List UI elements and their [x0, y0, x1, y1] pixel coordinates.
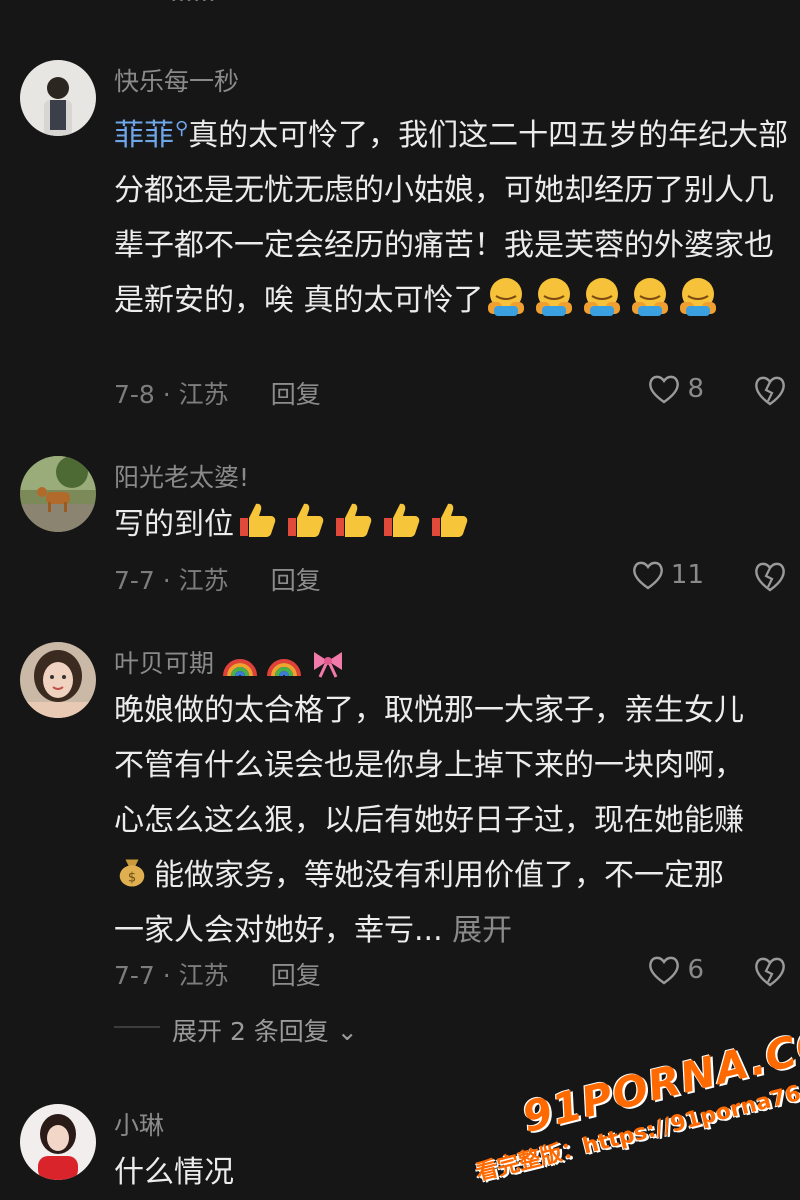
comment-line: 一家人会对她好，幸亏... 展开: [114, 913, 513, 948]
comment-meta: 7-8 · 江苏 回复: [114, 375, 321, 411]
like-count: 8: [687, 374, 704, 404]
like-button[interactable]: 8: [647, 373, 704, 405]
avatar[interactable]: [20, 642, 96, 718]
like-button[interactable]: 6: [647, 954, 704, 986]
date-location: 7-7 · 江苏: [114, 566, 229, 595]
avatar[interactable]: [20, 60, 96, 136]
reply-button[interactable]: 回复: [271, 566, 321, 595]
comment-text: 晚娘做的太合格了，取悦那一大家子，亲生女儿 不管有什么误会也是你身上掉下来的一块…: [114, 683, 794, 958]
thumbs-up-icon: [336, 503, 372, 537]
comment-body: 什么情况: [114, 1155, 234, 1190]
rainbow-icon: [266, 659, 301, 677]
mention-link[interactable]: 菲菲: [114, 118, 174, 153]
search-icon: ⚲: [175, 118, 189, 139]
expand-text-link[interactable]: 展开: [452, 913, 512, 948]
thumbs-up-icon: [288, 503, 324, 537]
avatar[interactable]: [20, 1104, 96, 1180]
comment-line: 不管有什么误会也是你身上掉下来的一块肉啊，: [114, 748, 744, 783]
ribbon-bow-icon: [313, 652, 342, 678]
comment-text: 写的到位: [114, 497, 794, 552]
reply-button[interactable]: 回复: [271, 961, 321, 990]
like-button[interactable]: 11: [631, 559, 704, 591]
broken-heart-icon[interactable]: [752, 373, 788, 407]
emoji-row: [234, 503, 474, 542]
comment-meta: 7-7 · 江苏 回复: [114, 956, 321, 992]
hugging-face-icon: [487, 278, 524, 316]
thumbs-up-icon: [240, 503, 276, 537]
hugging-face-icon: [535, 278, 572, 316]
broken-heart-icon[interactable]: [752, 559, 788, 593]
like-count: 6: [687, 955, 704, 985]
rainbow-icon: [222, 659, 257, 677]
money-bag-icon: $: [119, 859, 145, 887]
comment-body: 写的到位: [114, 507, 234, 542]
reply-button[interactable]: 回复: [271, 380, 321, 409]
divider: [114, 1026, 160, 1028]
hugging-face-icon: [583, 278, 620, 316]
date-location: 7-7 · 江苏: [114, 961, 229, 990]
heart-icon: [633, 561, 663, 590]
svg-text:$: $: [128, 871, 136, 886]
username[interactable]: 叶贝可期: [114, 644, 346, 680]
thumbs-up-icon: [384, 503, 420, 537]
comment-line: 晚娘做的太合格了，取悦那一大家子，亲生女儿: [114, 693, 744, 728]
heart-icon: [649, 956, 680, 985]
thumbs-up-icon: [432, 503, 468, 537]
avatar[interactable]: [20, 456, 96, 532]
broken-heart-icon[interactable]: [752, 954, 788, 988]
watermark-overlay: 91PORNA.COM 看完整版：https://91porna76.com: [470, 1007, 800, 1186]
comment-meta: 7-7 · 江苏 回复: [114, 561, 321, 597]
previous-comment-partial: ······: [170, 0, 216, 14]
date-location: 7-8 · 江苏: [114, 380, 229, 409]
hugging-face-icon: [679, 278, 716, 316]
username[interactable]: 阳光老太婆!: [114, 458, 249, 494]
comment-line-with-emoji: $ 能做家务，等她没有利用价值了，不一定那: [114, 848, 794, 903]
emoji-row: [484, 278, 724, 318]
username[interactable]: 快乐每一秒: [114, 62, 239, 98]
heart-icon: [649, 375, 680, 404]
expand-replies-button[interactable]: 展开 2 条回复 ⌄: [172, 1012, 358, 1048]
like-count: 11: [670, 560, 704, 590]
username[interactable]: 小琳: [114, 1106, 164, 1142]
hugging-face-icon: [631, 278, 668, 316]
comment-text: 菲菲⚲真的太可怜了，我们这二十四五岁的年纪大部分都还是无忧无虑的小姑娘，可她却经…: [114, 101, 794, 328]
comment-line: 心怎么这么狠，以后有她好日子过，现在她能赚: [114, 803, 744, 838]
